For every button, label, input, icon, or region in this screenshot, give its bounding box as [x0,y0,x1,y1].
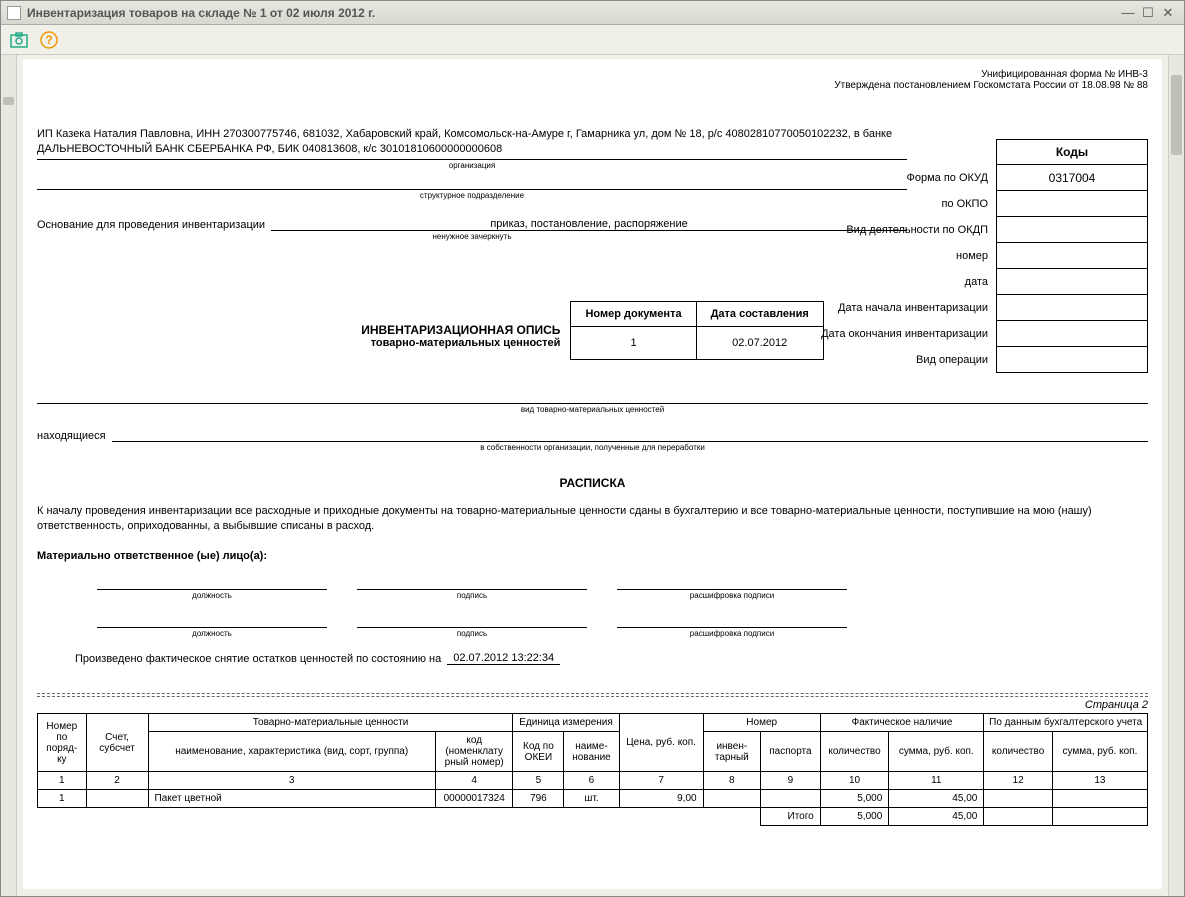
tmc-type-caption: вид товарно-материальных ценностей [37,405,1148,414]
basis-caption: ненужное зачеркнуть [37,232,907,241]
okdp-label: Вид деятельности по ОКДП [796,224,996,236]
snapshot-row: Произведено фактическое снятие остатков … [75,652,1148,665]
maximize-button[interactable]: ☐ [1138,4,1158,22]
organization-text: ИП Казека Наталия Павловна, ИНН 27030077… [37,127,907,157]
document-viewport: Унифицированная форма № ИНВ-3 Утверждена… [17,55,1168,896]
number-label: номер [796,250,996,262]
colnum-row: 1 2 3 4 5 6 7 8 9 10 11 12 13 [38,772,1148,790]
page-separator [37,693,1148,697]
start-label: Дата начала инвентаризации [796,302,996,314]
close-button[interactable]: ✕ [1158,4,1178,22]
tmc-type-line: вид товарно-материальных ценностей [37,390,1148,414]
pos-caption-2: должность [97,629,327,638]
th-unit: Единица измерения [513,714,619,732]
page-1: Унифицированная форма № ИНВ-3 Утверждена… [23,59,1162,889]
th-num: Номер по поряд-ку [38,714,87,772]
right-scrollbar[interactable] [1168,55,1184,896]
inventory-table: Номер по поряд-ку Счет, субсчет Товарно-… [37,713,1148,826]
okpo-value [996,191,1148,217]
date-label: дата [796,276,996,288]
th-fact-sum: сумма, руб. коп. [889,732,984,772]
table-row: 1 Пакет цветной 00000017324 796 шт. 9,00… [38,790,1148,808]
th-account: Счет, субсчет [86,714,148,772]
titlebar: Инвентаризация товаров на складе № 1 от … [1,1,1184,25]
window-icon [7,6,21,20]
snapshot-label: Произведено фактическое снятие остатков … [75,653,441,665]
form-line: Унифицированная форма № ИНВ-3 [834,69,1148,80]
doc-num-date-table: Номер документа Дата составления 1 02.07… [570,301,823,360]
codes-title: Коды [996,139,1148,165]
sig-caption-2: подпись [357,629,587,638]
total-fact-sum: 45,00 [889,808,984,826]
raspiska-text: К началу проведения инвентаризации все р… [37,504,1148,535]
approved-line: Утверждена постановлением Госкомстата Ро… [834,80,1148,91]
th-book: По данным бухгалтерского учета [984,714,1148,732]
date-value [996,269,1148,295]
end-label: Дата окончания инвентаризации [796,328,996,340]
located-caption: в собственности организации, полученные … [37,443,1148,452]
op-value [996,347,1148,373]
total-row: Итого 5,000 45,00 [38,808,1148,826]
doc-num: 1 [571,326,696,359]
okdp-value [996,217,1148,243]
okud-value: 0317004 [996,165,1148,191]
form-header-lines: Унифицированная форма № ИНВ-3 Утверждена… [834,69,1148,91]
th-book-sum: сумма, руб. коп. [1052,732,1147,772]
th-code: код (номенклату рный номер) [435,732,513,772]
doc-title-main: ИНВЕНТАРИЗАЦИОННАЯ ОПИСЬ [361,323,560,337]
located-label: находящиеся [37,430,106,442]
th-tmc: Товарно-материальные ценности [148,714,513,732]
sig-caption-1: подпись [357,591,587,600]
minimize-button[interactable]: — [1118,4,1138,22]
organization-block: ИП Казека Наталия Павловна, ИНН 27030077… [37,127,907,200]
th-name: наименование, характеристика (вид, сорт,… [148,732,435,772]
th-fact-qty: количество [820,732,889,772]
th-book-qty: количество [984,732,1053,772]
toolbar: ? [1,25,1184,55]
help-button[interactable]: ? [37,28,61,52]
responsible-title: Материально ответственное (ые) лицо(а): [37,550,1148,562]
num-header: Номер документа [571,301,696,326]
basis-label: Основание для проведения инвентаризации [37,219,265,231]
okud-label: Форма по ОКУД [796,172,996,184]
left-scrollbar[interactable] [1,55,17,896]
th-fact: Фактическое наличие [820,714,984,732]
page-number: Страница 2 [37,699,1148,711]
located-row: находящиеся [37,428,1148,442]
th-pass: паспорта [761,732,821,772]
th-unit-name: наиме-нование [564,732,619,772]
basis-row: Основание для проведения инвентаризации … [37,218,907,231]
doc-title-sub: товарно-материальных ценностей [361,337,560,349]
raspiska-title: РАСПИСКА [37,476,1148,490]
responsible-section: Материально ответственное (ые) лицо(а): … [37,550,1148,638]
photo-button[interactable] [7,28,31,52]
pos-caption-1: должность [97,591,327,600]
total-fact-qty: 5,000 [820,808,889,826]
number-value [996,243,1148,269]
codes-block: xКоды Форма по ОКУД0317004 по ОКПО Вид д… [796,139,1148,373]
op-label: Вид операции [796,354,996,366]
total-label: Итого [761,808,821,826]
snapshot-value: 02.07.2012 13:22:34 [447,652,560,665]
dec-caption-1: расшифровка подписи [617,591,847,600]
okpo-label: по ОКПО [796,198,996,210]
th-okei: Код по ОКЕИ [513,732,564,772]
dec-caption-2: расшифровка подписи [617,629,847,638]
struct-caption: структурное подразделение [37,191,907,200]
th-price: Цена, руб. коп. [619,714,703,772]
svg-text:?: ? [45,33,52,47]
end-value [996,321,1148,347]
th-number-group: Номер [703,714,820,732]
th-inv: инвен-тарный [703,732,760,772]
window-title: Инвентаризация товаров на складе № 1 от … [27,6,1118,20]
start-value [996,295,1148,321]
organization-caption: организация [37,161,907,170]
